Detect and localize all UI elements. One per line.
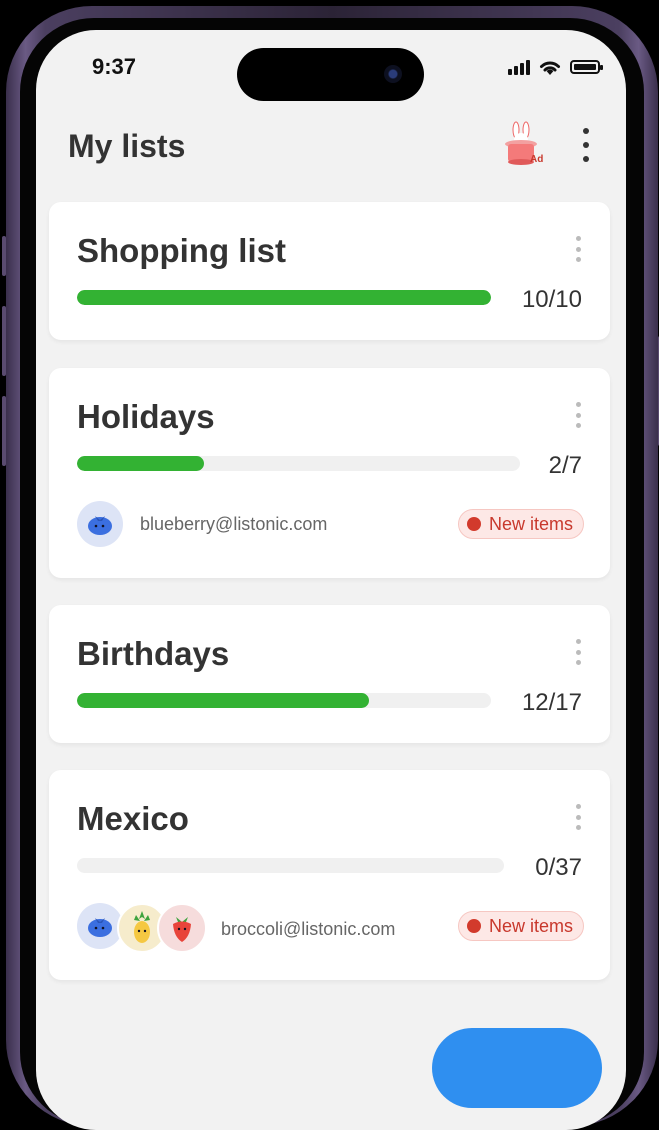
list-title: Mexico [77,800,189,837]
card-more-icon[interactable] [576,236,582,262]
page-title: My lists [68,128,186,164]
red-dot-icon [466,517,481,531]
item-count: 2/7 [548,452,582,479]
blueberry-avatar [77,501,123,547]
progress-fill [77,290,491,305]
list-card-mexico[interactable]: Mexico 0/37 broccoli@listonic.com New it… [49,770,610,980]
app-screen: 9:37 My lists Ad Shopping list 10/10 Hol… [36,30,626,1130]
badge-label: New items [488,513,573,534]
list-title: Holidays [77,398,215,435]
header-more-icon[interactable] [578,128,594,162]
new-items-badge: New items [457,509,584,539]
item-count: 12/17 [521,689,582,716]
item-count: 0/37 [535,854,582,881]
progress-fill [77,693,370,708]
ad-label: Ad [530,154,543,165]
card-more-icon[interactable] [576,804,582,830]
list-title: Birthdays [77,635,230,672]
new-items-badge: New items [457,911,584,941]
status-icons [508,58,603,76]
progress-bar [77,693,491,708]
battery-icon [570,60,603,74]
volume-down-button [2,396,6,466]
wifi-icon [540,61,560,75]
progress-bar [77,858,504,873]
red-dot-icon [466,919,481,933]
list-card-shopping[interactable]: Shopping list 10/10 [49,202,610,340]
card-more-icon[interactable] [576,639,582,665]
badge-label: New items [488,915,573,936]
list-title: Shopping list [77,232,286,269]
volume-up-button [2,306,6,376]
magic-hat-bunny-icon[interactable]: Ad [502,120,546,166]
status-time: 9:37 [92,54,137,79]
card-more-icon[interactable] [576,402,582,428]
shared-email: blueberry@listonic.com [140,514,328,534]
progress-fill [77,456,204,471]
add-list-button[interactable] [432,1028,602,1108]
item-count: 10/10 [521,286,582,313]
progress-bar [77,290,491,305]
shared-email: broccoli@listonic.com [221,919,396,939]
action-button [2,236,6,276]
list-card-holidays[interactable]: Holidays 2/7 blueberry@listonic.com New … [49,368,610,578]
progress-bar [77,456,520,471]
camera-icon [384,65,402,83]
strawberry-avatar [157,903,207,953]
dynamic-island [237,48,424,101]
list-card-birthdays[interactable]: Birthdays 12/17 [49,605,610,743]
signal-bars-icon [508,59,530,75]
